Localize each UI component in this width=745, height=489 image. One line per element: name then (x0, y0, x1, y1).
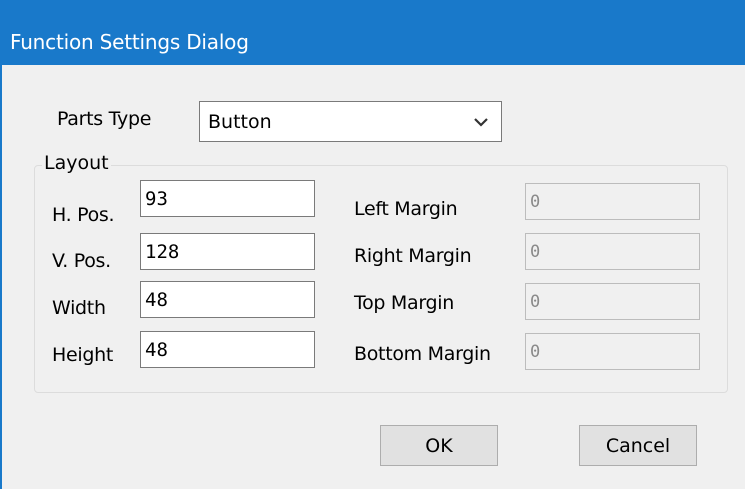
ok-button[interactable]: OK (380, 425, 498, 466)
width-input[interactable] (140, 281, 315, 318)
parts-type-select[interactable]: Button (199, 101, 502, 142)
layout-group-label: Layout (42, 152, 111, 174)
height-label: Height (52, 344, 114, 366)
left-margin-label: Left Margin (354, 198, 458, 220)
cancel-button[interactable]: Cancel (579, 425, 697, 466)
bottom-margin-input (525, 333, 700, 370)
right-margin-label: Right Margin (354, 245, 472, 267)
chevron-down-icon (474, 118, 488, 127)
parts-type-label: Parts Type (57, 108, 152, 130)
window-title: Function Settings Dialog (10, 30, 249, 54)
bottom-margin-label: Bottom Margin (354, 343, 491, 365)
top-margin-label: Top Margin (354, 292, 454, 314)
h-pos-input[interactable] (140, 180, 315, 217)
function-settings-dialog: Function Settings Dialog Parts Type Butt… (0, 0, 745, 489)
height-input[interactable] (140, 331, 315, 368)
parts-type-value: Button (208, 111, 272, 133)
v-pos-input[interactable] (140, 233, 315, 270)
title-bar[interactable]: Function Settings Dialog (2, 0, 745, 65)
v-pos-label: V. Pos. (52, 250, 111, 272)
left-margin-input (525, 183, 700, 220)
width-label: Width (52, 297, 106, 319)
h-pos-label: H. Pos. (52, 204, 115, 226)
top-margin-input (525, 283, 700, 320)
right-margin-input (525, 233, 700, 270)
